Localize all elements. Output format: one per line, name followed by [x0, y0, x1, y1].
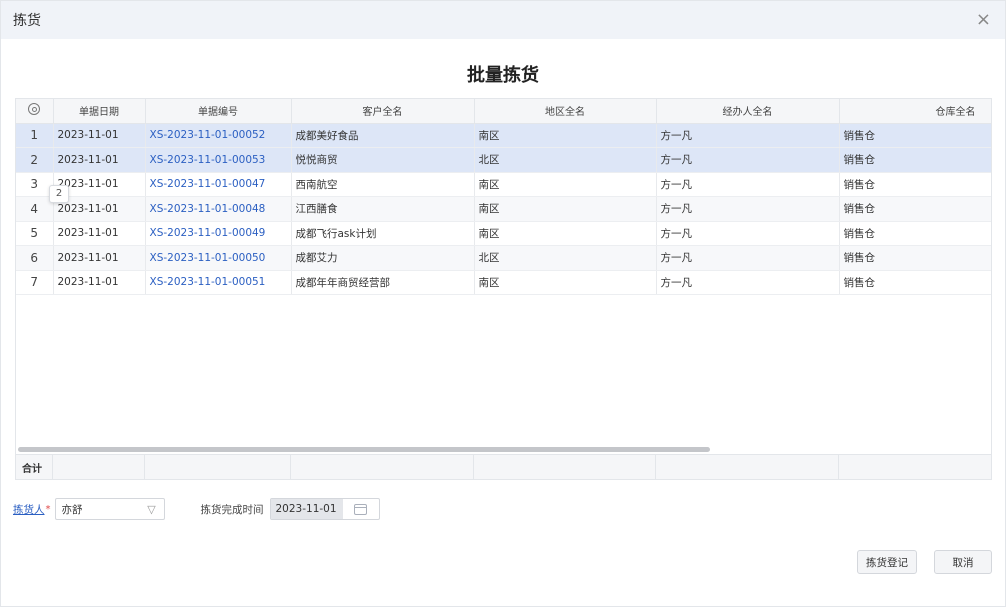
summary-label: 合计 [16, 455, 53, 479]
cell-handler: 方一凡 [656, 196, 840, 222]
cell-warehouse: 销售仓 [839, 147, 991, 173]
cell-region: 南区 [474, 221, 657, 246]
cell-warehouse: 销售仓 [839, 245, 991, 271]
cell-warehouse: 销售仓 [839, 123, 991, 148]
cell-code-link[interactable]: XS-2023-11-01-00053 [145, 147, 292, 173]
table-row[interactable]: 3 2023-11-01 XS-2023-11-01-00047 西南航空 南区… [16, 172, 991, 197]
row-tooltip: 2 [49, 185, 69, 203]
row-index: 4 [16, 196, 54, 222]
dialog-titlebar: 拣货 × [1, 1, 1005, 39]
cell-region: 南区 [474, 270, 657, 295]
column-header-customer[interactable]: 客户全名 [291, 99, 475, 124]
close-icon[interactable]: × [976, 11, 991, 29]
cell-warehouse: 销售仓 [839, 172, 991, 197]
row-index: 5 [16, 221, 54, 246]
orders-grid: 单据日期 单据编号 客户全名 地区全名 经办人全名 仓库全名 1 2023-11… [15, 98, 992, 480]
cell-date: 2023-11-01 [53, 147, 146, 173]
page-title: 批量拣货 [467, 65, 539, 86]
pick-register-button[interactable]: 拣货登记 [857, 550, 917, 574]
column-header-date[interactable]: 单据日期 [53, 99, 146, 124]
cell-customer: 成都飞行ask计划 [291, 221, 475, 246]
cell-warehouse: 销售仓 [839, 221, 991, 246]
picker-label-link[interactable]: 拣货人 [13, 502, 45, 517]
cell-warehouse: 销售仓 [839, 270, 991, 295]
summary-cell [839, 455, 991, 479]
cell-region: 南区 [474, 123, 657, 148]
finish-time-input[interactable]: 2023-11-01 [269, 498, 380, 520]
cell-handler: 方一凡 [656, 245, 840, 271]
cell-region: 南区 [474, 196, 657, 222]
cell-customer: 成都美好食品 [291, 123, 475, 148]
cell-customer: 悦悦商贸 [291, 147, 475, 173]
cell-date: 2023-11-01 [53, 245, 146, 271]
calendar-icon[interactable] [353, 503, 367, 515]
table-row[interactable]: 2 2023-11-01 XS-2023-11-01-00053 悦悦商贸 北区… [16, 147, 991, 173]
cell-region: 北区 [474, 245, 657, 271]
cell-date: 2023-11-01 [53, 221, 146, 246]
summary-cell [291, 455, 474, 479]
column-header-code[interactable]: 单据编号 [145, 99, 292, 124]
horizontal-scrollbar[interactable] [18, 447, 710, 452]
filter-icon[interactable]: ▽ [146, 503, 158, 516]
cell-code-link[interactable]: XS-2023-11-01-00051 [145, 270, 292, 295]
row-index: 1 [16, 123, 54, 148]
column-header-region[interactable]: 地区全名 [474, 99, 657, 124]
picker-value: 亦舒 [61, 503, 83, 516]
cell-customer: 成都年年商贸经营部 [291, 270, 475, 295]
cell-handler: 方一凡 [656, 147, 840, 173]
table-row[interactable]: 7 2023-11-01 XS-2023-11-01-00051 成都年年商贸经… [16, 270, 991, 295]
cell-date: 2023-11-01 [53, 123, 146, 148]
cell-handler: 方一凡 [656, 123, 840, 148]
orders-table: 单据日期 单据编号 客户全名 地区全名 经办人全名 仓库全名 1 2023-11… [16, 99, 991, 295]
column-settings-button[interactable] [16, 99, 54, 124]
cell-handler: 方一凡 [656, 221, 840, 246]
cancel-button[interactable]: 取消 [934, 550, 992, 574]
finish-time-value: 2023-11-01 [270, 499, 343, 519]
finish-time-label: 拣货完成时间 [200, 503, 264, 516]
table-row[interactable]: 4 2023-11-01 XS-2023-11-01-00048 江西膳食 南区… [16, 196, 991, 222]
row-index: 2 [16, 147, 54, 173]
cell-customer: 成都艾力 [291, 245, 475, 271]
picker-input[interactable]: 亦舒 ▽ [54, 498, 165, 520]
cell-warehouse: 销售仓 [839, 196, 991, 222]
table-row[interactable]: 1 2023-11-01 XS-2023-11-01-00052 成都美好食品 … [16, 123, 991, 148]
cell-region: 南区 [474, 172, 657, 197]
cell-code-link[interactable]: XS-2023-11-01-00050 [145, 245, 292, 271]
cell-customer: 西南航空 [291, 172, 475, 197]
table-header-row: 单据日期 单据编号 客户全名 地区全名 经办人全名 仓库全名 [16, 99, 991, 124]
cell-region: 北区 [474, 147, 657, 173]
cell-date: 2023-11-01 [53, 270, 146, 295]
column-header-handler[interactable]: 经办人全名 [656, 99, 840, 124]
cell-code-link[interactable]: XS-2023-11-01-00052 [145, 123, 292, 148]
row-index: 7 [16, 270, 54, 295]
cell-code-link[interactable]: XS-2023-11-01-00048 [145, 196, 292, 222]
column-header-warehouse[interactable]: 仓库全名 [839, 99, 991, 124]
summary-row: 合计 [16, 454, 991, 479]
gear-icon [28, 103, 41, 116]
cell-handler: 方一凡 [656, 270, 840, 295]
summary-cell [145, 455, 291, 479]
row-index: 6 [16, 245, 54, 271]
summary-cell [53, 455, 145, 479]
picking-form: 拣货人 * 亦舒 ▽ 拣货完成时间 2023-11-01 [13, 498, 380, 520]
row-index: 3 [16, 172, 54, 197]
summary-cell [474, 455, 656, 479]
table-row[interactable]: 5 2023-11-01 XS-2023-11-01-00049 成都飞行ask… [16, 221, 991, 246]
cell-customer: 江西膳食 [291, 196, 475, 222]
table-row[interactable]: 6 2023-11-01 XS-2023-11-01-00050 成都艾力 北区… [16, 245, 991, 271]
cell-code-link[interactable]: XS-2023-11-01-00047 [145, 172, 292, 197]
required-mark: * [45, 503, 51, 515]
dialog-title: 拣货 [13, 13, 41, 29]
summary-cell [656, 455, 839, 479]
pick-dialog: 拣货 × 批量拣货 单据日期 单据编号 客户全名 地区全名 经办人全名 仓库全名 [0, 0, 1006, 607]
cell-code-link[interactable]: XS-2023-11-01-00049 [145, 221, 292, 246]
cell-handler: 方一凡 [656, 172, 840, 197]
